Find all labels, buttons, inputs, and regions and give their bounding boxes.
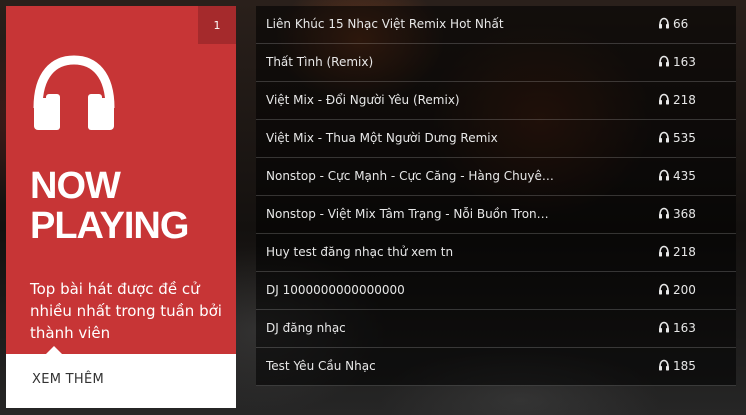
card-index-badge: 1 <box>198 6 236 44</box>
title-line-2: PLAYING <box>30 205 189 247</box>
headphones-icon <box>659 131 669 143</box>
song-title[interactable]: Thất Tình (Remix) <box>266 44 556 81</box>
song-title[interactable]: Huy test đăng nhạc thử xem tn <box>266 234 556 271</box>
headphones-icon <box>659 283 669 295</box>
now-playing-title: NOW PLAYING <box>30 166 230 246</box>
card-footer: XEM THÊM <box>6 346 236 408</box>
listen-count-value: 368 <box>673 207 696 221</box>
listen-count: 66 <box>658 6 688 43</box>
song-row[interactable]: DJ 1000000000000000 200 <box>256 272 736 310</box>
listen-count-value: 185 <box>673 359 696 373</box>
song-row[interactable]: DJ đăng nhạc 163 <box>256 310 736 348</box>
headphones-icon <box>659 245 669 257</box>
song-row[interactable]: Nonstop - Việt Mix Tâm Trạng - Nỗi Buồn … <box>256 196 736 234</box>
title-line-1: NOW <box>30 165 121 207</box>
song-title[interactable]: Việt Mix - Đổi Người Yêu (Remix) <box>266 82 556 119</box>
song-row[interactable]: Liên Khúc 15 Nhạc Việt Remix Hot Nhất 66 <box>256 6 736 44</box>
listen-count: 163 <box>658 44 696 81</box>
headphones-icon <box>659 17 669 29</box>
headphones-icon <box>659 207 669 219</box>
listen-count-value: 163 <box>673 321 696 335</box>
listen-count: 163 <box>658 310 696 347</box>
song-row[interactable]: Việt Mix - Thua Một Người Dưng Remix 535 <box>256 120 736 158</box>
headphones-icon <box>659 93 669 105</box>
song-row[interactable]: Việt Mix - Đổi Người Yêu (Remix) 218 <box>256 82 736 120</box>
song-row[interactable]: Thất Tình (Remix) 163 <box>256 44 736 82</box>
card-description: Top bài hát được đề cử nhiều nhất trong … <box>30 280 222 342</box>
see-more-link[interactable]: XEM THÊM <box>32 372 104 387</box>
song-row[interactable]: Test Yêu Cầu Nhạc 185 <box>256 348 736 386</box>
listen-count: 218 <box>658 234 696 271</box>
footer-notch <box>46 346 62 354</box>
headphones-icon <box>33 55 115 130</box>
listen-count: 435 <box>658 158 696 195</box>
song-title[interactable]: Liên Khúc 15 Nhạc Việt Remix Hot Nhất <box>266 6 556 43</box>
song-list: Liên Khúc 15 Nhạc Việt Remix Hot Nhất 66 T… <box>256 6 736 386</box>
song-title[interactable]: DJ đăng nhạc <box>266 310 556 347</box>
listen-count: 200 <box>658 272 696 309</box>
song-title[interactable]: Test Yêu Cầu Nhạc <box>266 348 556 385</box>
listen-count: 535 <box>658 120 696 157</box>
listen-count-value: 435 <box>673 169 696 183</box>
song-title[interactable]: Việt Mix - Thua Một Người Dưng Remix <box>266 120 556 157</box>
now-playing-card: 1 NOW PLAYING Top bài hát được đề cử nhi… <box>6 6 236 354</box>
headphones-icon <box>659 359 669 371</box>
listen-count-value: 218 <box>673 245 696 259</box>
song-row[interactable]: Nonstop - Cực Mạnh - Cực Căng - Hàng Chu… <box>256 158 736 196</box>
listen-count: 185 <box>658 348 696 385</box>
listen-count-value: 66 <box>673 17 689 31</box>
headphones-icon <box>659 55 669 67</box>
listen-count-value: 535 <box>673 131 696 145</box>
headphones-icon <box>659 321 669 333</box>
headphones-icon <box>659 169 669 181</box>
listen-count-value: 200 <box>673 283 696 297</box>
song-title[interactable]: Nonstop - Cực Mạnh - Cực Căng - Hàng Chu… <box>266 158 556 195</box>
listen-count-value: 163 <box>673 55 696 69</box>
song-title[interactable]: DJ 1000000000000000 <box>266 272 556 309</box>
song-row[interactable]: Huy test đăng nhạc thử xem tn 218 <box>256 234 736 272</box>
listen-count: 368 <box>658 196 696 233</box>
listen-count-value: 218 <box>673 93 696 107</box>
listen-count: 218 <box>658 82 696 119</box>
song-title[interactable]: Nonstop - Việt Mix Tâm Trạng - Nỗi Buồn … <box>266 196 556 233</box>
